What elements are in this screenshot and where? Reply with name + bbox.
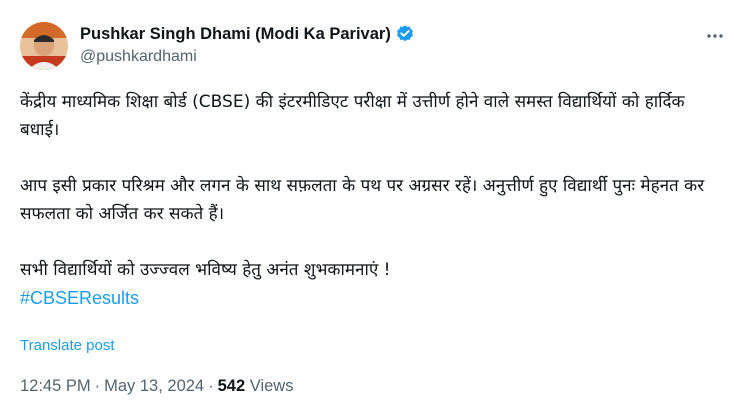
author-handle[interactable]: @pushkardhami	[80, 48, 415, 66]
views-count: 542	[217, 377, 246, 395]
post-paragraph: केंद्रीय माध्यमिक शिक्षा बोर्ड (CBSE) की…	[20, 92, 685, 140]
author-header: Pushkar Singh Dhami (Modi Ka Parivar) @p…	[80, 22, 415, 66]
post-paragraph: आप इसी प्रकार परिश्रम और लगन के साथ सफ़ल…	[20, 176, 705, 224]
meta-separator: ·	[208, 377, 214, 395]
post-text: केंद्रीय माध्यमिक शिक्षा बोर्ड (CBSE) की…	[20, 88, 720, 312]
meta-separator: ·	[94, 377, 101, 395]
verified-badge-icon[interactable]	[395, 24, 415, 44]
author-display-name[interactable]: Pushkar Singh Dhami (Modi Ka Parivar)	[80, 25, 391, 44]
more-options-icon[interactable]	[703, 24, 727, 48]
author-name-row: Pushkar Singh Dhami (Modi Ka Parivar)	[80, 22, 415, 46]
post-card: Pushkar Singh Dhami (Modi Ka Parivar) @p…	[0, 0, 743, 413]
views-label: Views	[249, 377, 294, 395]
hashtag-link[interactable]: #CBSEResults	[20, 284, 720, 312]
translate-post-button[interactable]: Translate post	[20, 337, 115, 354]
avatar-image	[20, 22, 68, 70]
avatar[interactable]	[20, 22, 68, 70]
post-metadata: 12:45 PM · May 13, 2024 · 542 Views	[20, 377, 293, 396]
post-time[interactable]: 12:45 PM	[20, 377, 91, 395]
post-paragraph: सभी विद्यार्थियों को उज्ज्वल भविष्य हेतु…	[20, 260, 391, 280]
post-date[interactable]: May 13, 2024	[104, 377, 204, 395]
